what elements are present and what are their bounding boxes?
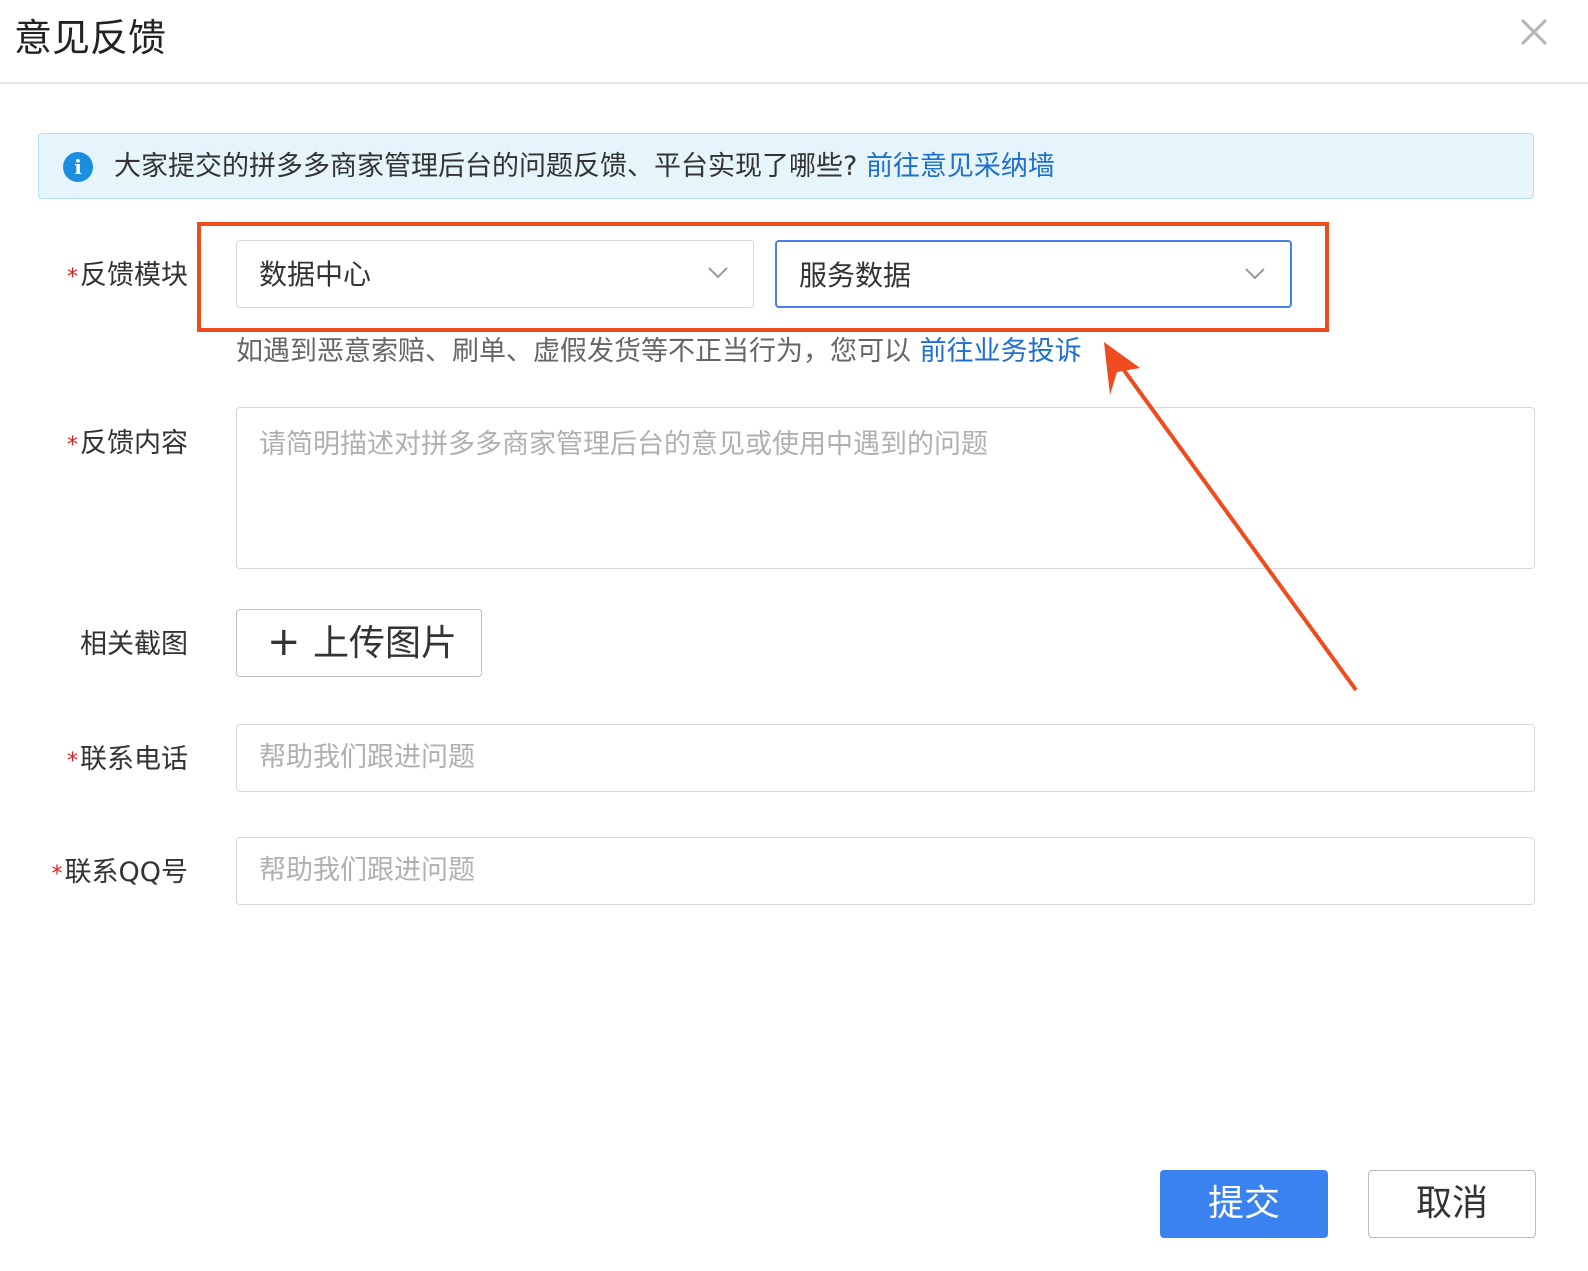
required-mark: * bbox=[51, 862, 63, 887]
module-primary-select[interactable]: 数据中心 bbox=[236, 240, 754, 308]
required-mark: * bbox=[67, 749, 78, 774]
phone-label: *联系电话 bbox=[67, 744, 188, 775]
screenshot-label: 相关截图 bbox=[80, 629, 188, 660]
upload-image-button[interactable]: + 上传图片 bbox=[236, 609, 482, 677]
header-divider bbox=[0, 82, 1588, 84]
required-mark: * bbox=[67, 433, 78, 458]
phone-input[interactable]: 帮助我们跟进问题 bbox=[236, 724, 1535, 792]
qq-input[interactable]: 帮助我们跟进问题 bbox=[236, 837, 1535, 905]
chevron-down-icon bbox=[1245, 268, 1265, 280]
info-icon: i bbox=[63, 152, 93, 182]
business-complaint-link[interactable]: 前往业务投诉 bbox=[920, 336, 1082, 367]
adoption-wall-link[interactable]: 前往意见采纳墙 bbox=[866, 151, 1055, 182]
cancel-button[interactable]: 取消 bbox=[1368, 1170, 1536, 1238]
module-label: *反馈模块 bbox=[67, 260, 188, 291]
complaint-hint-row: 如遇到恶意索赔、刷单、虚假发货等不正当行为，您可以 前往业务投诉 bbox=[236, 333, 1082, 371]
submit-button[interactable]: 提交 bbox=[1160, 1170, 1328, 1238]
notice-text: 大家提交的拼多多商家管理后台的问题反馈、平台实现了哪些? bbox=[114, 151, 858, 182]
qq-placeholder: 帮助我们跟进问题 bbox=[259, 855, 475, 886]
qq-label: *联系QQ号 bbox=[51, 857, 188, 888]
notice-text-row: 大家提交的拼多多商家管理后台的问题反馈、平台实现了哪些? 前往意见采纳墙 bbox=[114, 148, 1055, 186]
module-secondary-value: 服务数据 bbox=[799, 259, 912, 292]
dialog-title: 意见反馈 bbox=[14, 16, 167, 60]
complaint-hint-text: 如遇到恶意索赔、刷单、虚假发货等不正当行为，您可以 bbox=[236, 336, 911, 367]
chevron-down-icon bbox=[708, 267, 728, 279]
content-placeholder: 请简明描述对拼多多商家管理后台的意见或使用中遇到的问题 bbox=[259, 429, 988, 460]
upload-image-label: 上传图片 bbox=[313, 623, 458, 664]
required-mark: * bbox=[67, 265, 78, 290]
feedback-content-textarea[interactable]: 请简明描述对拼多多商家管理后台的意见或使用中遇到的问题 bbox=[236, 407, 1535, 569]
plus-icon: + bbox=[267, 619, 301, 665]
close-icon[interactable] bbox=[1512, 10, 1556, 54]
phone-placeholder: 帮助我们跟进问题 bbox=[259, 742, 475, 773]
module-secondary-select[interactable]: 服务数据 bbox=[775, 240, 1292, 308]
content-label: *反馈内容 bbox=[67, 428, 188, 459]
module-primary-value: 数据中心 bbox=[259, 258, 372, 291]
